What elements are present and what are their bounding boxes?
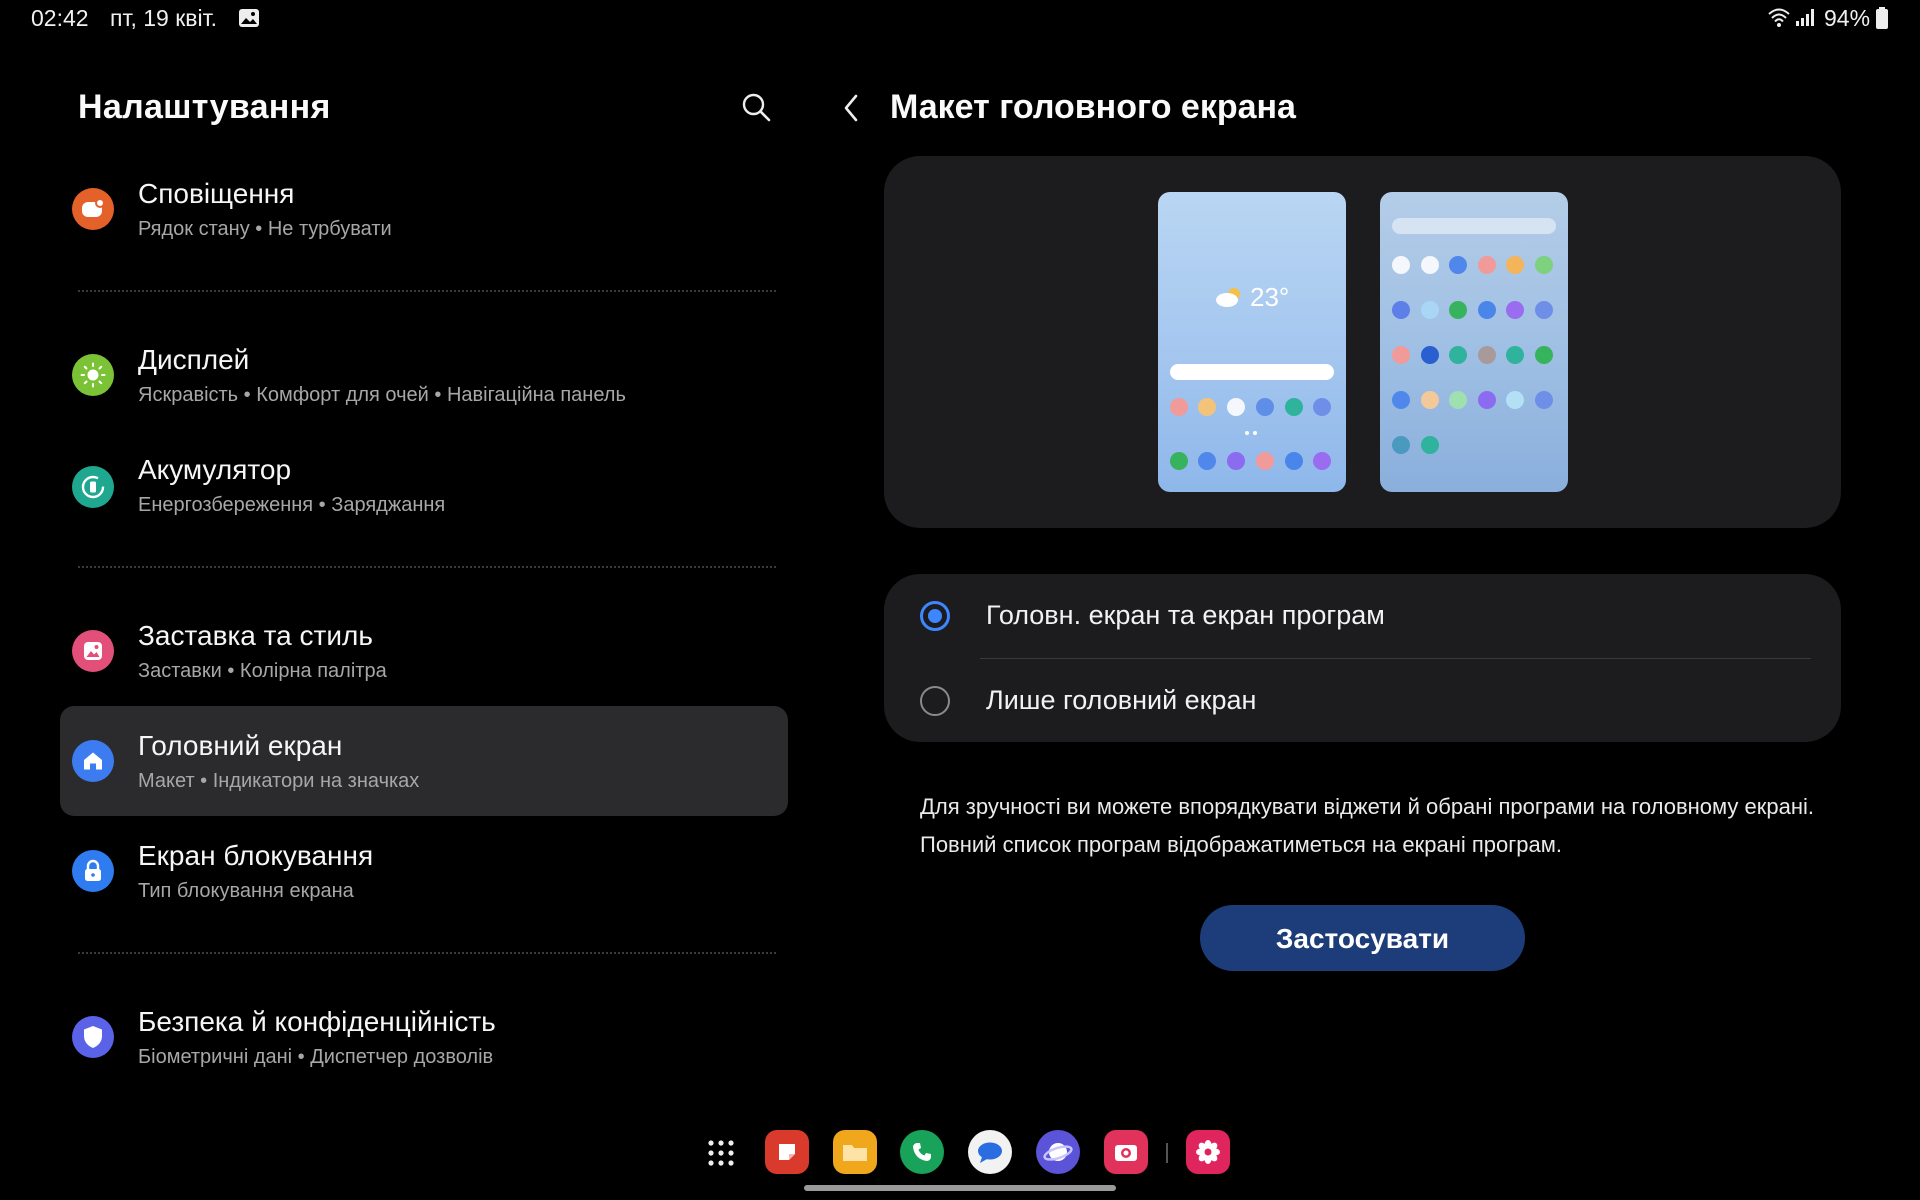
radio-home-and-apps[interactable] — [920, 601, 950, 631]
app-dot — [1392, 301, 1410, 319]
sun-icon — [72, 354, 114, 396]
app-dot — [1477, 391, 1496, 409]
app-dot — [1449, 391, 1468, 409]
option-divider — [980, 658, 1811, 659]
shield-icon — [72, 1016, 114, 1058]
page-title: Макет головного екрана — [890, 88, 1296, 126]
wifi-icon — [1768, 8, 1790, 27]
notes-app-icon[interactable] — [765, 1130, 809, 1174]
files-app-icon[interactable] — [833, 1130, 877, 1174]
item-subtitle: Заставки • Колірна палітра — [138, 660, 387, 682]
app-dot — [1449, 346, 1468, 364]
app-dot — [1420, 346, 1439, 364]
item-subtitle: Біометричні дані • Диспетчер дозволів — [138, 1046, 494, 1068]
divider — [78, 952, 776, 954]
item-subtitle: Рядок стану • Не турбувати — [138, 218, 392, 240]
signal-icon — [1796, 9, 1814, 26]
app-dot — [1392, 436, 1410, 454]
app-dot — [1392, 346, 1410, 364]
dock-separator — [1166, 1143, 1168, 1163]
preview-temperature: 23° — [1250, 282, 1290, 312]
item-subtitle: Макет • Індикатори на значках — [138, 770, 420, 792]
app-dot — [1535, 346, 1553, 364]
status-date: пт, 19 квіт. — [110, 5, 217, 31]
search-icon[interactable] — [741, 92, 771, 122]
item-title: Головний екран — [138, 730, 343, 761]
apps-screen-preview — [1380, 192, 1568, 492]
navigation-handle[interactable] — [804, 1185, 1116, 1191]
app-dot — [1535, 256, 1553, 274]
item-subtitle: Яскравість • Комфорт для очей • Навігаці… — [138, 384, 626, 406]
home-icon — [72, 740, 114, 782]
app-dot — [1477, 346, 1496, 364]
app-dot — [1506, 301, 1525, 319]
divider — [78, 290, 776, 292]
item-title: Акумулятор — [138, 454, 292, 485]
battery-icon-status — [1876, 7, 1888, 29]
app-dot — [1506, 256, 1525, 274]
settings-title: Налаштування — [78, 88, 331, 126]
app-dot — [1392, 391, 1410, 409]
app-dot — [1506, 391, 1525, 409]
item-title: Безпека й конфіденційність — [138, 1006, 496, 1037]
option-label-home-and-apps[interactable]: Головн. екран та екран програм — [986, 600, 1385, 631]
settings-item-display[interactable]: Дисплей Яскравість • Комфорт для очей • … — [60, 320, 788, 430]
settings-item-home-screen[interactable]: Головний екран Макет • Індикатори на зна… — [60, 706, 788, 816]
settings-item-security[interactable]: Безпека й конфіденційність Біометричні д… — [60, 982, 788, 1092]
search-bar-preview — [1170, 364, 1334, 380]
messages-app-icon[interactable] — [968, 1130, 1012, 1174]
item-title: Заставка та стиль — [138, 620, 373, 651]
item-title: Екран блокування — [138, 840, 374, 871]
item-subtitle: Енергозбереження • Заряджання — [138, 494, 446, 516]
app-dot — [1420, 436, 1439, 454]
option-label-home-only[interactable]: Лише головний екран — [986, 685, 1256, 716]
radio-home-only[interactable] — [920, 686, 950, 716]
item-title: Сповіщення — [138, 178, 295, 209]
weather-icon — [1216, 288, 1240, 307]
notifications-icon — [72, 188, 114, 230]
app-dot — [1477, 256, 1496, 274]
layout-description: Для зручності ви можете впорядкувати від… — [920, 794, 1814, 857]
settings-item-wallpaper[interactable]: Заставка та стиль Заставки • Колірна пал… — [60, 596, 788, 706]
app-dot — [1449, 256, 1468, 274]
app-dot — [1449, 301, 1468, 319]
apps-grid-icon[interactable] — [707, 1139, 735, 1167]
item-subtitle: Тип блокування екрана — [138, 880, 354, 902]
status-time: 02:42 — [31, 5, 89, 31]
item-title: Дисплей — [138, 344, 250, 375]
browser-app-icon[interactable] — [1036, 1130, 1080, 1174]
divider — [78, 566, 776, 568]
battery-icon — [72, 466, 114, 508]
phone-app-icon[interactable] — [900, 1130, 944, 1174]
app-dot — [1506, 346, 1525, 364]
app-dot — [1420, 256, 1439, 274]
gallery-app-icon[interactable] — [1186, 1130, 1230, 1174]
app-dot — [1477, 301, 1496, 319]
home-screen-preview: 23° — [1158, 192, 1346, 492]
back-icon[interactable] — [838, 92, 866, 124]
app-dot — [1535, 391, 1553, 409]
lock-icon — [72, 850, 114, 892]
app-dot — [1392, 256, 1410, 274]
apply-button[interactable]: Застосувати — [1200, 905, 1525, 971]
layout-options: Головн. екран та екран програм Лише голо… — [884, 574, 1841, 742]
settings-item-lock-screen[interactable]: Екран блокування Тип блокування екрана — [60, 816, 788, 926]
settings-item-battery[interactable]: Акумулятор Енергозбереження • Заряджання — [60, 432, 788, 542]
app-dot — [1420, 391, 1439, 409]
wallpaper-icon — [72, 630, 114, 672]
app-dot — [1535, 301, 1553, 319]
gallery-notification-icon — [239, 9, 259, 27]
layout-preview: 23° — [884, 156, 1841, 528]
camera-app-icon[interactable] — [1104, 1130, 1148, 1174]
app-dot — [1420, 301, 1439, 319]
battery-percentage: 94% — [1824, 5, 1871, 31]
settings-item-notifications[interactable]: Сповіщення Рядок стану • Не турбувати — [60, 154, 788, 264]
